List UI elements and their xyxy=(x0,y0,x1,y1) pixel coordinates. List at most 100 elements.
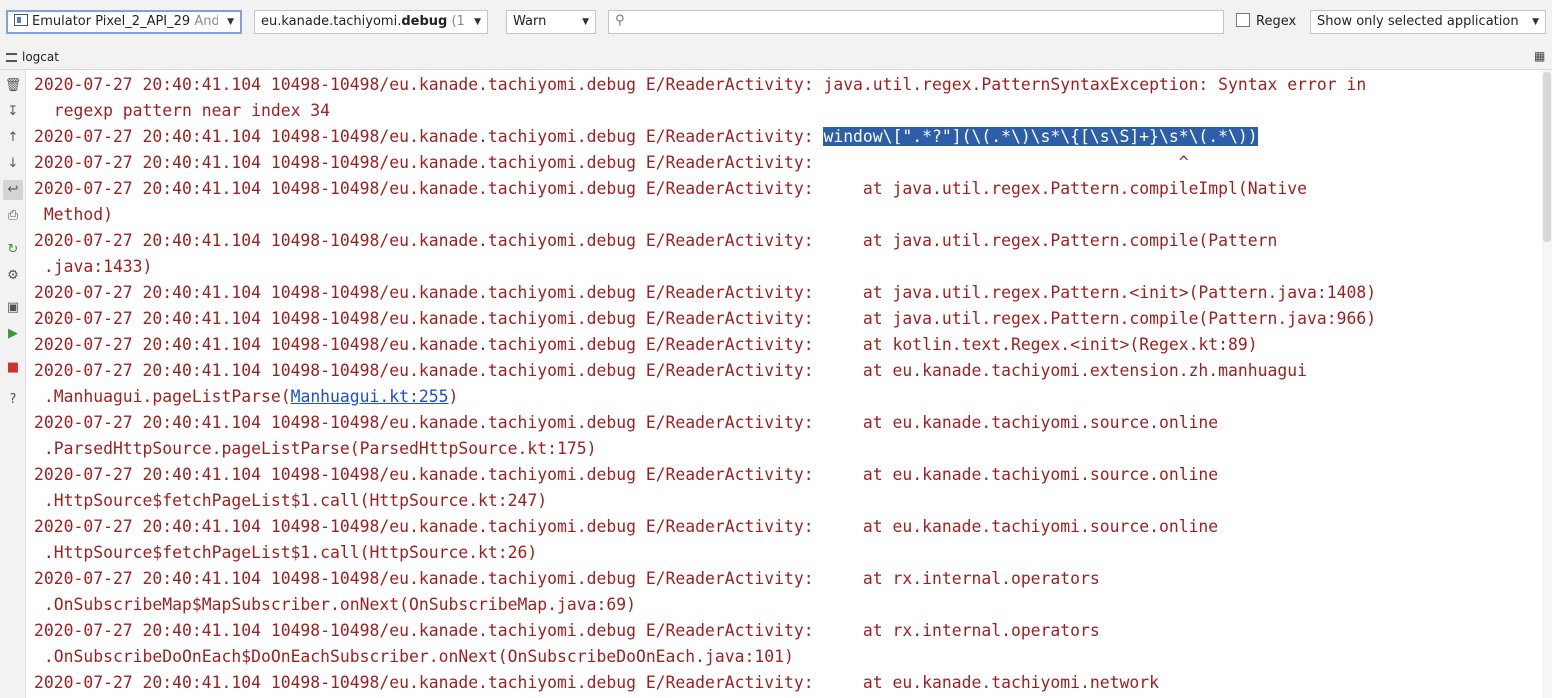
log-message: at java.util.regex.Pattern.compileImpl(N… xyxy=(823,179,1307,198)
log-line: 2020-07-27 20:40:41.104 10498-10498/eu.k… xyxy=(34,618,1534,644)
tab-label: logcat xyxy=(22,50,59,64)
print-icon[interactable]: ⎙ xyxy=(3,206,23,226)
logcat-icon xyxy=(6,53,17,62)
log-message: at eu.kanade.tachiyomi.extension.zh.manh… xyxy=(823,361,1307,380)
log-message: at eu.kanade.tachiyomi.source.online xyxy=(823,413,1219,432)
scroll-end-icon[interactable]: ↧ xyxy=(3,102,23,122)
checkbox-icon xyxy=(1236,13,1250,27)
log-line: 2020-07-27 20:40:41.104 10498-10498/eu.k… xyxy=(34,280,1534,306)
log-line: 2020-07-27 20:40:41.104 10498-10498/eu.k… xyxy=(34,332,1534,358)
log-line: .java:1433) xyxy=(34,254,1534,280)
logcat-toolbar: Emulator Pixel_2_API_29 Android ▼ eu.kan… xyxy=(0,0,1552,44)
log-prefix: 2020-07-27 20:40:41.104 10498-10498/eu.k… xyxy=(34,75,824,94)
stop-icon[interactable]: ■ xyxy=(3,358,23,378)
log-prefix: 2020-07-27 20:40:41.104 10498-10498/eu.k… xyxy=(34,517,824,536)
chevron-down-icon: ▼ xyxy=(1532,17,1539,27)
log-message: at java.util.regex.Pattern.<init>(Patter… xyxy=(823,283,1377,302)
log-line: 2020-07-27 20:40:41.104 10498-10498/eu.k… xyxy=(34,124,1534,150)
log-continuation: Method) xyxy=(34,205,113,224)
log-prefix: 2020-07-27 20:40:41.104 10498-10498/eu.k… xyxy=(34,465,824,484)
log-line: 2020-07-27 20:40:41.104 10498-10498/eu.k… xyxy=(34,176,1534,202)
chevron-down-icon: ▼ xyxy=(582,17,589,27)
log-prefix: 2020-07-27 20:40:41.104 10498-10498/eu.k… xyxy=(34,335,824,354)
source-link[interactable]: Manhuagui.kt:255 xyxy=(291,387,449,406)
device-name: Emulator Pixel_2_API_29 xyxy=(32,14,191,29)
log-prefix: 2020-07-27 20:40:41.104 10498-10498/eu.k… xyxy=(34,153,824,172)
log-line: .OnSubscribeDoOnEach$DoOnEachSubscriber.… xyxy=(34,644,1534,670)
logcat-sidebar: 🗑 ↧ ↑ ↓ ↩ ⎙ ↻ ⚙ ▣ ▶ ■ ? xyxy=(0,70,26,698)
log-continuation: .ParsedHttpSource.pageListParse(ParsedHt… xyxy=(34,439,597,458)
trash-icon[interactable]: 🗑 xyxy=(3,76,23,96)
log-line: 2020-07-27 20:40:41.104 10498-10498/eu.k… xyxy=(34,514,1534,540)
regex-checkbox[interactable]: Regex xyxy=(1236,13,1296,29)
layout-options-icon[interactable]: ▦ xyxy=(1534,50,1546,62)
log-message: at kotlin.text.Regex.<init>(Regex.kt:89) xyxy=(823,335,1258,354)
log-prefix: 2020-07-27 20:40:41.104 10498-10498/eu.k… xyxy=(34,283,824,302)
soft-wrap-icon[interactable]: ↩ xyxy=(3,180,23,200)
log-line: .OnSubscribeMap$MapSubscriber.onNext(OnS… xyxy=(34,592,1534,618)
scrollbar-thumb[interactable] xyxy=(1543,72,1551,242)
log-continuation: .HttpSource$fetchPageList$1.call(HttpSou… xyxy=(34,543,538,562)
log-line: 2020-07-27 20:40:41.104 10498-10498/eu.k… xyxy=(34,410,1534,436)
log-message: at eu.kanade.tachiyomi.source.online xyxy=(823,517,1219,536)
search-input[interactable]: ⚲ xyxy=(608,10,1224,34)
log-level-selector[interactable]: Warn ▼ xyxy=(506,10,596,34)
device-icon xyxy=(14,14,28,26)
log-prefix: 2020-07-27 20:40:41.104 10498-10498/eu.k… xyxy=(34,361,824,380)
log-message: at rx.internal.operators xyxy=(823,569,1100,588)
filter-selector[interactable]: Show only selected application ▼ xyxy=(1310,10,1546,34)
process-selector[interactable]: eu.kanade.tachiyomi.debug (10498) ▼ xyxy=(254,10,488,34)
log-line: 2020-07-27 20:40:41.104 10498-10498/eu.k… xyxy=(34,462,1534,488)
search-icon: ⚲ xyxy=(615,13,625,28)
log-line: .HttpSource$fetchPageList$1.call(HttpSou… xyxy=(34,488,1534,514)
help-icon[interactable]: ? xyxy=(3,390,23,410)
log-line: 2020-07-27 20:40:41.104 10498-10498/eu.k… xyxy=(34,306,1534,332)
log-continuation: .java:1433) xyxy=(34,257,153,276)
settings-icon[interactable]: ⚙ xyxy=(3,266,23,286)
log-message: java.util.regex.PatternSyntaxException: … xyxy=(823,75,1367,94)
log-line: 2020-07-27 20:40:41.104 10498-10498/eu.k… xyxy=(34,150,1534,176)
log-message: at java.util.regex.Pattern.compile(Patte… xyxy=(823,231,1278,250)
log-line: .HttpSource$fetchPageList$1.call(HttpSou… xyxy=(34,540,1534,566)
chevron-down-icon: ▼ xyxy=(474,17,481,27)
log-line: 2020-07-27 20:40:41.104 10498-10498/eu.k… xyxy=(34,72,1534,98)
regex-label: Regex xyxy=(1256,14,1297,29)
screen-record-icon[interactable]: ▶ xyxy=(3,324,23,344)
device-suffix: Android xyxy=(194,14,218,29)
log-line: .ParsedHttpSource.pageListParse(ParsedHt… xyxy=(34,436,1534,462)
log-continuation: .OnSubscribeMap$MapSubscriber.onNext(OnS… xyxy=(34,595,636,614)
selected-text: window\[".*?"](\(.*\)\s*\{[\s\S]+}\s*\(.… xyxy=(823,127,1258,146)
log-prefix: 2020-07-27 20:40:41.104 10498-10498/eu.k… xyxy=(34,309,824,328)
log-message: at eu.kanade.tachiyomi.source.online xyxy=(823,465,1219,484)
logcat-output[interactable]: 2020-07-27 20:40:41.104 10498-10498/eu.k… xyxy=(34,72,1534,696)
process-pid: (10498) xyxy=(451,14,465,29)
process-name: eu.kanade.tachiyomi. xyxy=(261,14,402,29)
log-message: at rx.internal.operators xyxy=(823,621,1100,640)
filter-value: Show only selected application xyxy=(1317,14,1519,29)
up-arrow-icon[interactable]: ↑ xyxy=(3,128,23,148)
log-message: at eu.kanade.tachiyomi.network xyxy=(823,673,1159,692)
log-continuation: .HttpSource$fetchPageList$1.call(HttpSou… xyxy=(34,491,548,510)
log-prefix: 2020-07-27 20:40:41.104 10498-10498/eu.k… xyxy=(34,127,824,146)
log-prefix: 2020-07-27 20:40:41.104 10498-10498/eu.k… xyxy=(34,179,824,198)
log-level-value: Warn xyxy=(513,14,547,29)
log-message: at java.util.regex.Pattern.compile(Patte… xyxy=(823,309,1377,328)
log-line: .Manhuagui.pageListParse(Manhuagui.kt:25… xyxy=(34,384,1534,410)
log-prefix: 2020-07-27 20:40:41.104 10498-10498/eu.k… xyxy=(34,673,824,692)
log-line: 2020-07-27 20:40:41.104 10498-10498/eu.k… xyxy=(34,228,1534,254)
down-arrow-icon[interactable]: ↓ xyxy=(3,154,23,174)
chevron-down-icon: ▼ xyxy=(227,17,234,27)
tab-logcat[interactable]: logcat xyxy=(6,47,59,67)
device-selector[interactable]: Emulator Pixel_2_API_29 Android ▼ xyxy=(6,10,242,34)
log-line: Method) xyxy=(34,202,1534,228)
log-line: regexp pattern near index 34 xyxy=(34,98,1534,124)
log-continuation: .OnSubscribeDoOnEach$DoOnEachSubscriber.… xyxy=(34,647,794,666)
log-continuation: ) xyxy=(448,387,459,406)
restart-icon[interactable]: ↻ xyxy=(3,240,23,260)
process-name-bold: debug xyxy=(401,14,448,29)
log-message: ^ xyxy=(823,153,1189,172)
screenshot-icon[interactable]: ▣ xyxy=(3,298,23,318)
log-line: 2020-07-27 20:40:41.104 10498-10498/eu.k… xyxy=(34,566,1534,592)
tool-window-tabbar: logcat ▦ xyxy=(0,44,1552,70)
log-prefix: 2020-07-27 20:40:41.104 10498-10498/eu.k… xyxy=(34,621,824,640)
